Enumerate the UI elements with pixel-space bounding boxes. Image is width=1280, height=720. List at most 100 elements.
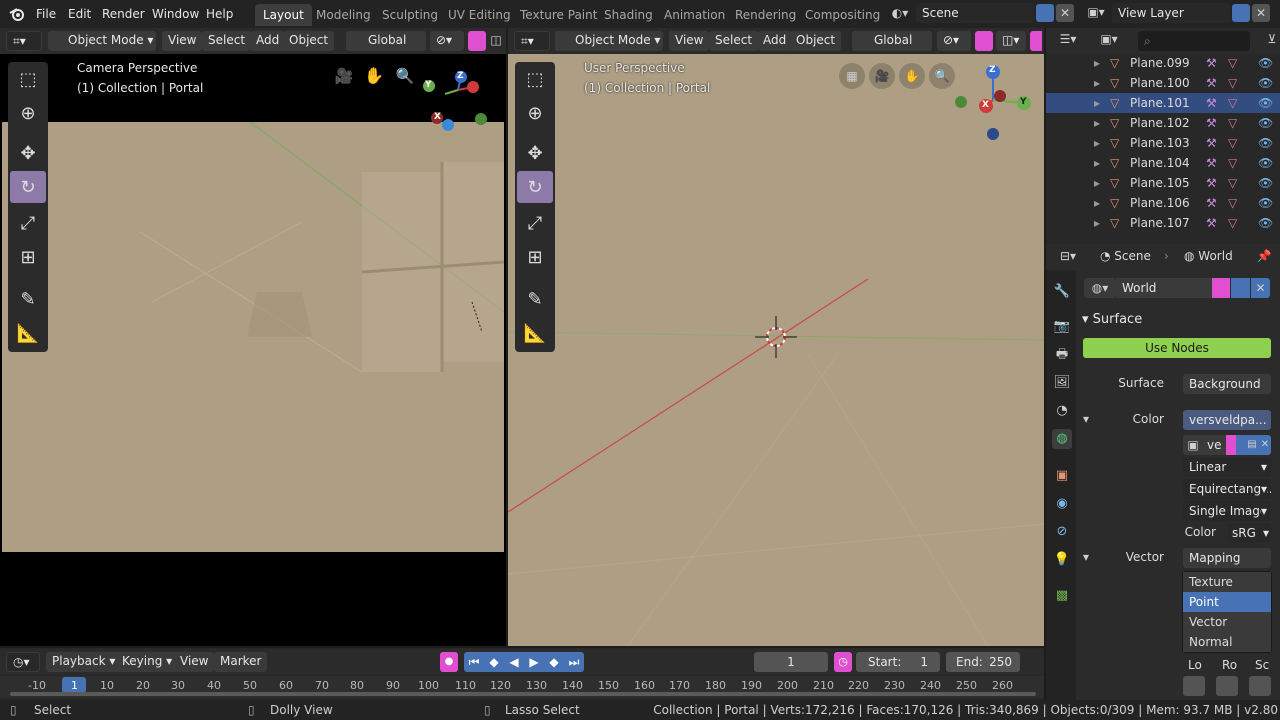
jump-start-icon[interactable]: ⏮ <box>464 652 484 672</box>
object-tab-icon[interactable]: ▣ <box>1052 466 1072 486</box>
visibility-eye-icon[interactable]: 👁 <box>1258 193 1273 213</box>
play-reverse-icon[interactable]: ◀ <box>504 652 524 672</box>
left-zoom-icon[interactable]: 🔍 <box>393 64 417 88</box>
expand-arrow-icon[interactable]: ▸ <box>1094 113 1100 133</box>
expand-arrow-icon[interactable]: ▸ <box>1094 213 1100 233</box>
current-frame-field[interactable]: 1 <box>754 652 828 672</box>
play-icon[interactable]: ▶ <box>524 652 544 672</box>
jump-keyframe-back-icon[interactable]: ◆ <box>484 652 504 672</box>
expand-arrow-icon[interactable]: ▸ <box>1094 93 1100 113</box>
use-nodes-button[interactable]: Use Nodes <box>1083 338 1271 358</box>
expand-arrow-icon[interactable]: ▸ <box>1094 53 1100 73</box>
output-tab-icon[interactable]: 🖶 <box>1052 345 1072 365</box>
vector-expand-arrow-icon[interactable]: ▾ <box>1083 550 1089 564</box>
delete-scene-icon[interactable]: ✕ <box>1056 4 1074 22</box>
right-camera-view-icon[interactable]: 🎥 <box>869 63 895 89</box>
outliner-editor-icon[interactable]: ☰▾ <box>1056 32 1080 46</box>
menu-edit[interactable]: Edit <box>62 4 97 24</box>
visibility-eye-icon[interactable]: 👁 <box>1258 53 1273 73</box>
world-tab-icon[interactable]: ◍ <box>1052 429 1072 449</box>
left-select-box-icon[interactable]: ⬚ <box>10 63 46 95</box>
right-pan-hand-icon[interactable]: ✋ <box>899 63 925 89</box>
tab-rendering[interactable]: Rendering <box>727 4 804 26</box>
outliner-filter-icon[interactable]: ⊻ <box>1264 32 1280 46</box>
new-scene-icon[interactable] <box>1036 4 1054 22</box>
tab-compositing[interactable]: Compositing <box>797 4 888 26</box>
editor-type-button[interactable]: ⌗▾ <box>6 31 42 51</box>
scene-tab-icon[interactable]: ◔ <box>1052 401 1072 421</box>
outliner-row[interactable]: ▸ ▽ Plane.106 ⚒ ▽ 👁 <box>1046 193 1280 213</box>
right-mode-select[interactable]: Object Mode ▾ <box>555 31 663 51</box>
tool-tab-icon[interactable]: 🔧 <box>1052 282 1072 302</box>
image-unlink-icon[interactable]: ✕ <box>1259 435 1271 455</box>
interpolation-select[interactable]: Linear ▾ <box>1183 457 1271 477</box>
right-menu-object[interactable]: Object <box>790 31 842 51</box>
timeline-menu-keying[interactable]: Keying ▾ <box>116 652 179 672</box>
view-layer-tab-icon[interactable]: 🖼 <box>1052 373 1072 393</box>
right-cursor-icon[interactable]: ⊕ <box>517 97 553 129</box>
outliner-row[interactable]: ▸ ▽ Plane.105 ⚒ ▽ 👁 <box>1046 173 1280 193</box>
outliner-row[interactable]: ▸ ▽ Plane.104 ⚒ ▽ 👁 <box>1046 153 1280 173</box>
left-mode-select[interactable]: Object Mode ▾ <box>48 31 156 51</box>
left-snap-toggle-icon[interactable] <box>468 31 486 51</box>
expand-arrow-icon[interactable]: ▸ <box>1094 193 1100 213</box>
left-menu-add[interactable]: Add <box>250 31 286 51</box>
menu-render[interactable]: Render <box>96 4 151 24</box>
left-rotate-icon[interactable]: ↻ <box>10 171 46 203</box>
image-open-icon[interactable]: ▤ <box>1245 435 1259 455</box>
tab-layout[interactable]: Layout <box>255 4 312 26</box>
outliner-row[interactable]: ▸ ▽ Plane.102 ⚒ ▽ 👁 <box>1046 113 1280 133</box>
right-editor-type-button[interactable]: ⌗▾ <box>514 31 550 51</box>
new-world-icon[interactable] <box>1231 278 1250 298</box>
end-frame-field[interactable]: End: 250 <box>946 652 1020 672</box>
expand-arrow-icon[interactable]: ▸ <box>1094 133 1100 153</box>
fake-user-icon[interactable] <box>1212 278 1230 298</box>
delete-view-layer-icon[interactable]: ✕ <box>1252 4 1270 22</box>
outliner-search-input[interactable]: ⌕ <box>1138 31 1250 51</box>
left-proportional-icon[interactable]: ◫ <box>488 33 504 47</box>
colorspace-select[interactable]: sRG ▾ <box>1228 523 1271 543</box>
right-snap-icon[interactable]: ⊘▾ <box>937 31 971 51</box>
left-scale-icon[interactable]: ⤢ <box>10 207 46 239</box>
rotation-value-field[interactable] <box>1216 676 1238 696</box>
vector-option-normal[interactable]: Normal <box>1183 632 1271 652</box>
scene-icon[interactable]: ◐▾ <box>888 6 912 20</box>
texture-tab-icon[interactable]: ▩ <box>1052 586 1072 606</box>
left-menu-select[interactable]: Select <box>202 31 252 51</box>
right-select-box-icon[interactable]: ⬚ <box>517 63 553 95</box>
image-browse-icon[interactable]: ▣ <box>1183 435 1203 455</box>
jump-keyframe-forward-icon[interactable]: ◆ <box>544 652 564 672</box>
vector-input-field[interactable]: Mapping <box>1183 548 1271 568</box>
vector-option-vector[interactable]: Vector <box>1183 612 1271 632</box>
color-expand-arrow-icon[interactable]: ▾ <box>1083 412 1089 426</box>
render-tab-icon[interactable]: 📷 <box>1052 317 1072 337</box>
view-layer-icon[interactable]: ▣▾ <box>1084 5 1108 19</box>
visibility-eye-icon[interactable]: 👁 <box>1258 133 1273 153</box>
left-measure-icon[interactable]: 📐 <box>10 317 46 349</box>
outliner-row-selected[interactable]: ▸ ▽ Plane.101 ⚒ ▽ 👁 <box>1046 93 1280 113</box>
right-rotate-icon[interactable]: ↻ <box>517 171 553 203</box>
vector-option-point[interactable]: Point <box>1183 592 1271 612</box>
timeline-editor-icon[interactable]: ◷▾ <box>6 652 40 672</box>
timeline-menu-view[interactable]: View <box>174 652 215 672</box>
right-overlay-toggle-icon[interactable] <box>1030 31 1042 51</box>
projection-select[interactable]: Equirectang... ▾ <box>1183 479 1271 499</box>
left-menu-view[interactable]: View <box>162 31 203 51</box>
timeline-menu-playback[interactable]: Playback ▾ <box>46 652 122 672</box>
physics-tab-icon[interactable]: ◉ <box>1052 494 1072 514</box>
preview-range-icon[interactable]: ◷ <box>834 652 852 672</box>
left-pan-hand-icon[interactable]: ✋ <box>362 64 386 88</box>
scale-value-field[interactable] <box>1249 676 1271 696</box>
outliner-row[interactable]: ▸ ▽ Plane.100 ⚒ ▽ 👁 <box>1046 73 1280 93</box>
expand-arrow-icon[interactable]: ▸ <box>1094 73 1100 93</box>
tab-modeling[interactable]: Modeling <box>308 4 379 26</box>
timeline-scrollbar[interactable] <box>10 692 1036 696</box>
visibility-eye-icon[interactable]: 👁 <box>1258 173 1273 193</box>
unlink-world-icon[interactable]: ✕ <box>1251 278 1270 298</box>
right-orientation-select[interactable]: Global <box>852 31 932 51</box>
jump-end-icon[interactable]: ⏭ <box>564 652 584 672</box>
right-menu-add[interactable]: Add <box>757 31 793 51</box>
start-frame-field[interactable]: Start: 1 <box>856 652 940 672</box>
right-scale-icon[interactable]: ⤢ <box>517 207 553 239</box>
left-transform-icon[interactable]: ⊞ <box>10 241 46 273</box>
